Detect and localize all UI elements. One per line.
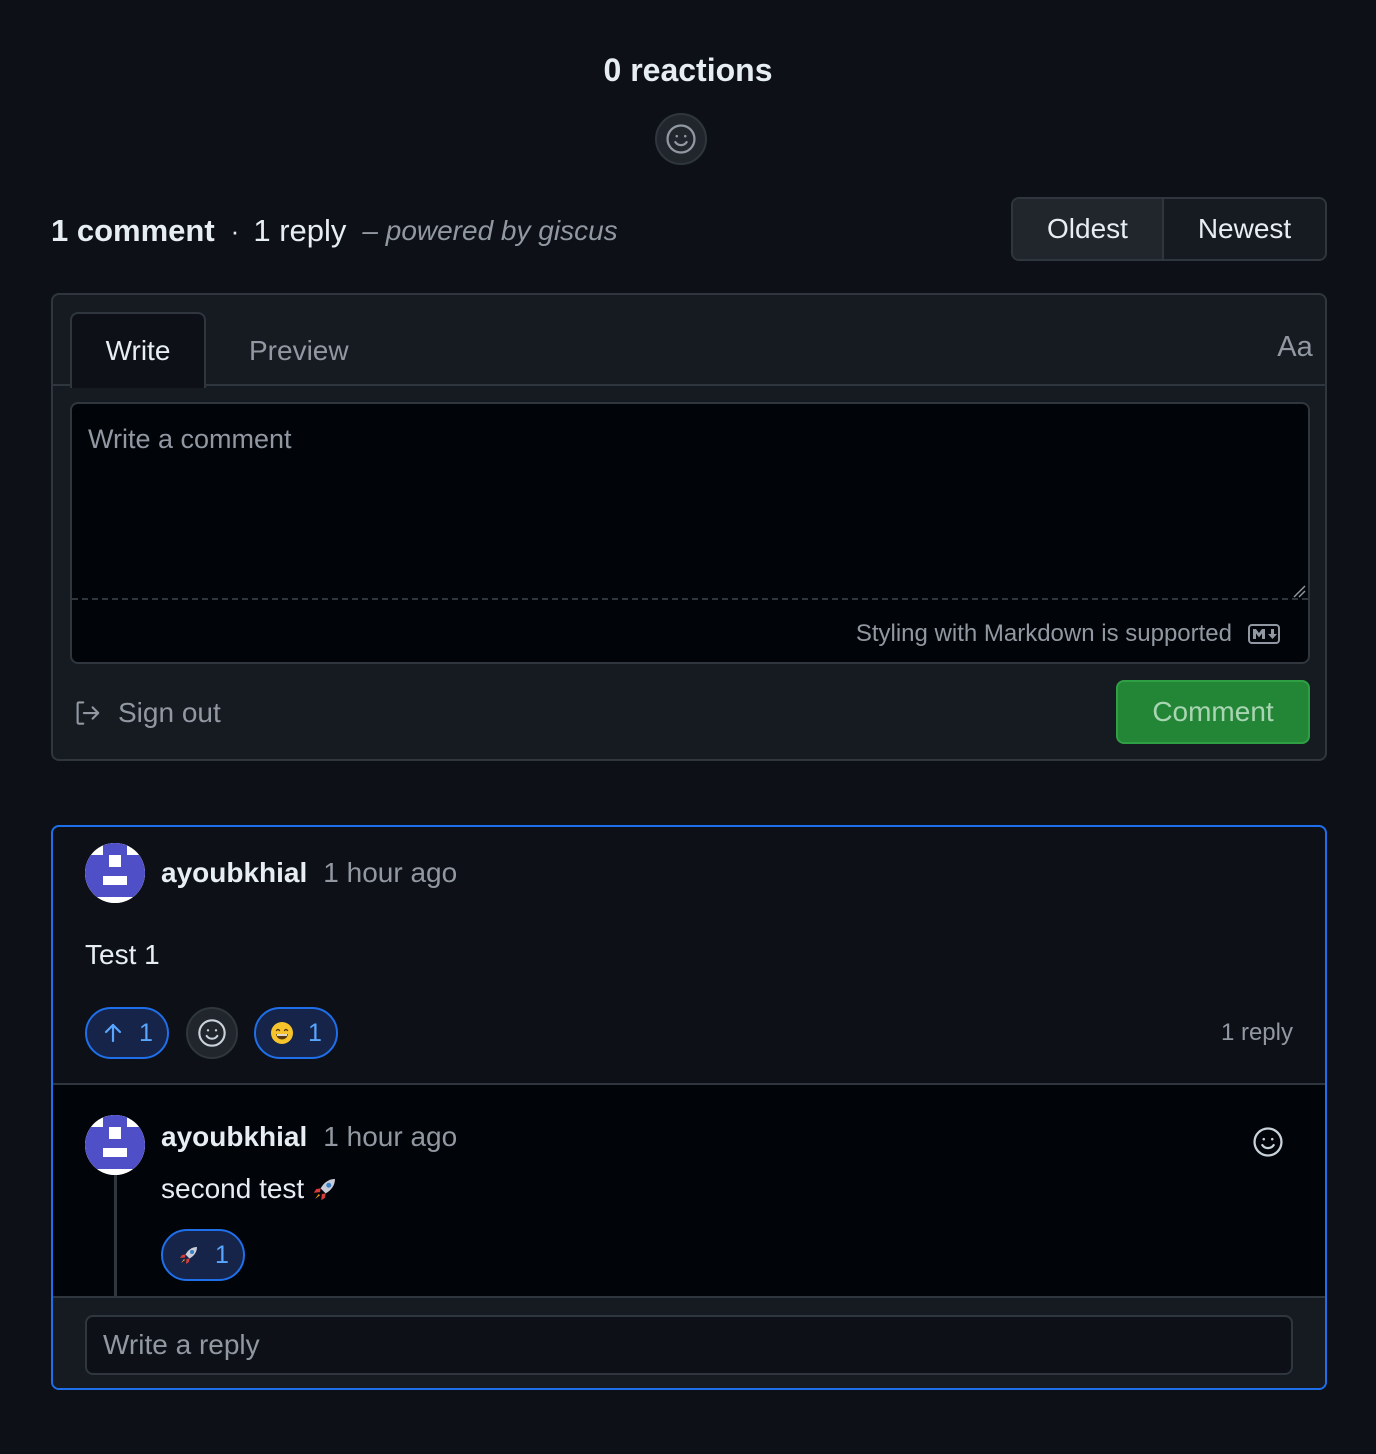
rocket-emoji <box>310 1174 340 1204</box>
smiley-icon[interactable] <box>1251 1125 1285 1159</box>
reaction-rocket[interactable]: 1 <box>161 1229 245 1281</box>
markdown-icon <box>1248 624 1280 644</box>
comment-time[interactable]: 1 hour ago <box>323 857 457 889</box>
reaction-count: 1 <box>139 1018 153 1047</box>
reply-input-area: Write a reply <box>53 1296 1325 1388</box>
markdown-hint-text: Styling with Markdown is supported <box>855 620 1232 647</box>
reaction-upvote[interactable]: 1 <box>85 1007 169 1059</box>
sort-oldest-button[interactable]: Oldest <box>1013 199 1164 259</box>
sign-out-button[interactable]: Sign out <box>72 693 221 733</box>
grinning-face-emoji <box>270 1021 294 1045</box>
reaction-laugh[interactable]: 1 <box>254 1007 338 1059</box>
reply: ayoubkhial 1 hour ago second test 1 <box>53 1083 1325 1298</box>
sort-newest-button[interactable]: Newest <box>1164 199 1325 259</box>
sign-out-label: Sign out <box>118 697 221 728</box>
font-toggle-button[interactable]: Aa <box>1271 327 1319 367</box>
tab-write[interactable]: Write <box>70 312 206 388</box>
reply-count-link[interactable]: 1 reply <box>1221 1019 1293 1047</box>
comment-composer: Write Preview Aa Write a comment Styling… <box>51 293 1327 761</box>
avatar[interactable] <box>85 1115 145 1175</box>
add-reaction-button[interactable] <box>655 113 707 165</box>
reply-body-text: second test <box>161 1173 305 1204</box>
comment-body: Test 1 <box>85 939 160 970</box>
avatar[interactable] <box>85 843 145 903</box>
editor: Write a comment Styling with Markdown is… <box>70 402 1310 664</box>
reply-input[interactable]: Write a reply <box>85 1315 1293 1375</box>
comment-author[interactable]: ayoubkhial <box>161 857 307 889</box>
comment-thread: ayoubkhial 1 hour ago Test 1 1 1 1 reply… <box>51 825 1327 1390</box>
reply-count: 1 reply <box>253 213 347 248</box>
reply-meta: ayoubkhial 1 hour ago <box>161 1121 457 1153</box>
comment-count: 1 comment <box>51 213 215 248</box>
rocket-emoji <box>177 1243 201 1267</box>
sort-toggle: Oldest Newest <box>1011 197 1327 261</box>
arrow-up-icon <box>101 1021 125 1045</box>
reaction-count: 1 <box>308 1018 322 1047</box>
comment-meta: ayoubkhial 1 hour ago <box>161 857 457 889</box>
add-reaction-button[interactable] <box>186 1007 238 1059</box>
resize-grip-icon[interactable] <box>1292 584 1306 598</box>
comment-button[interactable]: Comment <box>1116 680 1310 744</box>
tab-preview[interactable]: Preview <box>233 327 365 375</box>
reply-body: second test <box>161 1173 340 1205</box>
count-separator: · <box>230 215 240 246</box>
thread-line <box>114 1175 117 1298</box>
markdown-hint[interactable]: Styling with Markdown is supported <box>856 616 1280 652</box>
reactions-title: 0 reactions <box>603 52 773 88</box>
discussion-counts: 1 comment · 1 reply – powered by giscus <box>51 209 618 253</box>
sign-out-icon <box>72 698 102 728</box>
reaction-count: 1 <box>215 1240 229 1269</box>
comment-textarea[interactable]: Write a comment <box>72 404 1308 600</box>
reply-author[interactable]: ayoubkhial <box>161 1121 307 1153</box>
smiley-icon <box>196 1017 228 1049</box>
reply-time[interactable]: 1 hour ago <box>323 1121 457 1153</box>
powered-by: – powered by giscus <box>362 215 618 246</box>
smiley-icon <box>664 122 698 156</box>
